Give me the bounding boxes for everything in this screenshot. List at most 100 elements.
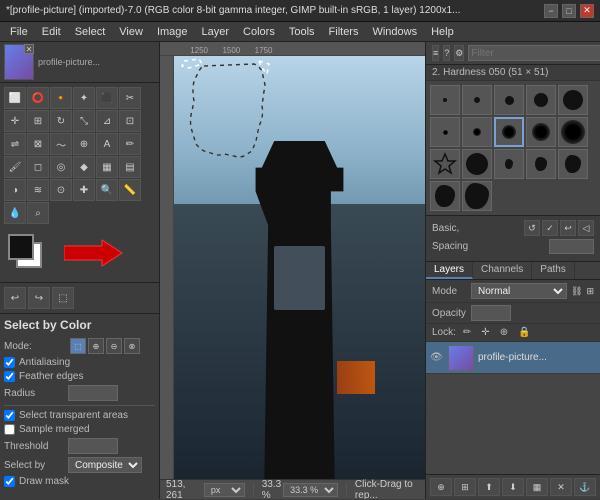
brush-item[interactable] (494, 149, 524, 179)
mode-chain-icon[interactable]: ⛓ (571, 286, 582, 297)
tool-smudge[interactable]: ≋ (27, 179, 49, 201)
brush-item[interactable] (462, 117, 492, 147)
brush-item[interactable] (430, 149, 460, 179)
sample-merged-checkbox[interactable] (4, 424, 15, 435)
brush-item[interactable] (494, 85, 524, 115)
tool-alignment[interactable]: ⊞ (27, 110, 49, 132)
select-by-dropdown[interactable]: Composite Red Green Blue HSV Hue (68, 457, 142, 473)
layer-copy-btn[interactable]: ⊞ (454, 478, 476, 496)
brush-settings-icon[interactable]: ⚙ (454, 45, 464, 61)
opacity-input[interactable]: 100.0 (471, 305, 511, 321)
layer-up-btn[interactable]: ⬆ (478, 478, 500, 496)
brush-item[interactable] (526, 149, 556, 179)
lock-position-btn[interactable]: ✛ (478, 326, 492, 339)
close-button[interactable]: ✕ (580, 4, 594, 18)
foreground-color-swatch[interactable] (8, 234, 34, 260)
maximize-button[interactable]: □ (562, 4, 576, 18)
tab-layers[interactable]: Layers (426, 262, 473, 279)
brush-item[interactable] (462, 85, 492, 115)
antialiasing-checkbox[interactable] (4, 357, 15, 368)
tool-magnify[interactable]: ⌕ (27, 202, 49, 224)
brush-item[interactable] (430, 85, 460, 115)
menu-item-layer[interactable]: Layer (196, 25, 236, 39)
tool-select-by-color[interactable]: ⬛ (96, 87, 118, 109)
status-unit-dropdown[interactable]: px mm in (204, 483, 245, 497)
tool-ink[interactable]: ◆ (73, 156, 95, 178)
tool-scale[interactable]: ⤡ (73, 110, 95, 132)
menu-item-file[interactable]: File (4, 25, 34, 39)
menu-item-image[interactable]: Image (151, 25, 194, 39)
canvas-image[interactable] (174, 56, 425, 479)
tool-rotate[interactable]: ↻ (50, 110, 72, 132)
lock-pixels-btn[interactable]: ✏ (460, 326, 474, 339)
mode-intersect-btn[interactable]: ⊗ (124, 338, 140, 354)
tool-scissors-select[interactable]: ✂ (119, 87, 141, 109)
tool-paintbrush[interactable]: 🖌 (4, 156, 26, 178)
lock-all-btn[interactable]: 🔒 (515, 326, 533, 339)
brush-prev-btn[interactable]: ◁ (578, 220, 594, 236)
minimize-button[interactable]: − (544, 4, 558, 18)
tool-clone[interactable]: ⊙ (50, 179, 72, 201)
tool-cage-transform[interactable]: ⊠ (27, 133, 49, 155)
tool-rect-select[interactable]: ⬜ (4, 87, 26, 109)
tab-channels[interactable]: Channels (473, 262, 532, 279)
tool-perspective[interactable]: ⊡ (119, 110, 141, 132)
menu-item-filters[interactable]: Filters (323, 25, 365, 39)
tool-shear[interactable]: ⊿ (96, 110, 118, 132)
tool-pencil[interactable]: ✏ (119, 133, 141, 155)
brush-view-icon[interactable]: ≡ (432, 45, 439, 61)
tool-zoom[interactable]: 🔍 (96, 179, 118, 201)
menu-item-help[interactable]: Help (425, 25, 460, 39)
tool-ellipse-select[interactable]: ⭕ (27, 87, 49, 109)
tool-text[interactable]: A (96, 133, 118, 155)
tool-free-select[interactable]: 🔸 (50, 87, 72, 109)
layer-delete-btn[interactable]: ✕ (550, 478, 572, 496)
brush-item[interactable] (526, 117, 556, 147)
undo-icon-button[interactable]: ↩ (4, 287, 26, 309)
menu-item-colors[interactable]: Colors (237, 25, 281, 39)
menu-item-view[interactable]: View (113, 25, 149, 39)
brush-help-icon[interactable]: ? (443, 45, 450, 61)
brush-spacing-input[interactable]: 10.0 (549, 239, 594, 254)
layer-down-btn[interactable]: ⬇ (502, 478, 524, 496)
radius-input[interactable]: 10.0 (68, 385, 118, 401)
threshold-input[interactable]: 15.0 (68, 438, 118, 454)
select-transparent-checkbox[interactable] (4, 410, 15, 421)
canvas-wrapper[interactable]: .march-ant { fill: none; stroke: white; … (174, 56, 425, 479)
tool-move[interactable]: ✛ (4, 110, 26, 132)
brush-item[interactable] (430, 117, 460, 147)
tab-paths[interactable]: Paths (532, 262, 575, 279)
layer-new-btn[interactable]: ⊕ (430, 478, 452, 496)
mode-subtract-btn[interactable]: ⊖ (106, 338, 122, 354)
mode-replace-btn[interactable]: ⬚ (70, 338, 86, 354)
brush-item[interactable] (462, 149, 492, 179)
reset-icon-button[interactable]: ⬚ (52, 287, 74, 309)
tool-airbrush[interactable]: ◎ (50, 156, 72, 178)
tool-heal[interactable]: ✚ (73, 179, 95, 201)
brush-apply-btn[interactable]: ✓ (542, 220, 558, 236)
brush-filter-input[interactable] (468, 45, 600, 61)
brush-item[interactable] (558, 85, 588, 115)
feather-edges-checkbox[interactable] (4, 371, 15, 382)
status-zoom-dropdown[interactable]: 33.3 % 50 % 100 % (283, 483, 338, 497)
brush-reset-btn[interactable]: ↩ (560, 220, 576, 236)
tool-fuzzy-select[interactable]: ✦ (73, 87, 95, 109)
layer-anchor-btn[interactable]: ⚓ (574, 478, 596, 496)
tool-eraser[interactable]: ◻ (27, 156, 49, 178)
mode-add-btn[interactable]: ⊕ (88, 338, 104, 354)
brush-item[interactable] (462, 181, 492, 211)
tool-handle-transform[interactable]: ⊕ (73, 133, 95, 155)
menu-item-windows[interactable]: Windows (366, 25, 423, 39)
tool-dodge-burn[interactable]: ◑ (4, 179, 26, 201)
mode-merge-icon[interactable]: ⊞ (586, 286, 594, 297)
tool-color-picker[interactable]: 💧 (4, 202, 26, 224)
draw-mask-checkbox[interactable] (4, 476, 15, 487)
brush-item[interactable] (430, 181, 460, 211)
menu-item-select[interactable]: Select (69, 25, 112, 39)
layer-merge-btn[interactable]: ▦ (526, 478, 548, 496)
layers-mode-dropdown[interactable]: Normal Multiply Screen (471, 283, 567, 299)
preview-close-button[interactable]: ✕ (24, 44, 34, 54)
tool-measure[interactable]: 📏 (119, 179, 141, 201)
redo-icon-button[interactable]: ↪ (28, 287, 50, 309)
tool-warp-transform[interactable]: 〜 (50, 133, 72, 155)
